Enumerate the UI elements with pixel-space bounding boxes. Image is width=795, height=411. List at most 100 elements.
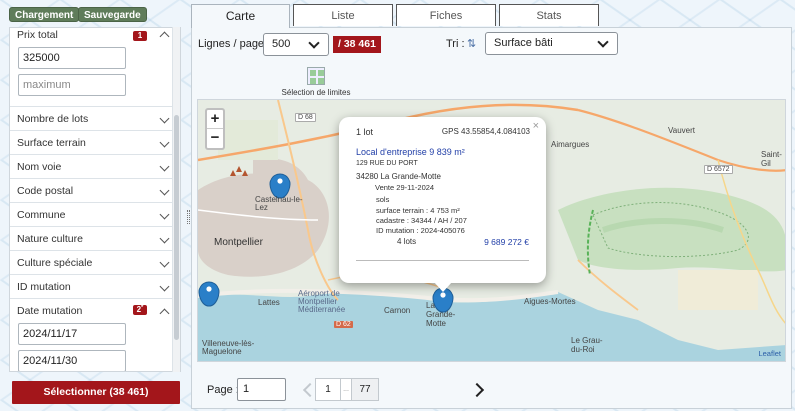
map-attribution-link[interactable]: Leaflet (758, 349, 781, 358)
map-view[interactable]: + − D 68 D 6572 D 62 Castelnau-le-Lez Mo… (197, 99, 786, 362)
filter-id-mutation[interactable]: ID mutation (10, 275, 180, 299)
filter-nature-culture[interactable]: Nature culture (10, 227, 180, 251)
place-carnon: Carnon (384, 306, 411, 315)
filter-scrollbar[interactable] (172, 27, 180, 372)
chevron-down-icon[interactable] (159, 233, 170, 244)
filter-panel: Prix total 1 Nombre de lots Surface terr… (9, 27, 181, 372)
chevron-down-icon[interactable] (159, 185, 170, 196)
popup-sale-date: Vente 29-11-2024 (375, 183, 435, 192)
popup-price: 9 689 272 € (484, 237, 529, 247)
filter-date-mutation[interactable]: Date mutation 2* (10, 299, 180, 323)
popup-address-street: 129 RUE DU PORT (356, 160, 418, 167)
lines-per-page-value: 500 (272, 38, 291, 50)
road-label-d68: D 68 (295, 113, 316, 122)
filter-label: Commune (17, 209, 66, 221)
price-min-input[interactable] (18, 47, 126, 69)
page-number-input[interactable]: 1 (237, 378, 286, 401)
zoom-out-button[interactable]: − (207, 129, 223, 148)
scrollbar-thumb[interactable] (174, 115, 179, 340)
result-count-badge: / 38 461 (333, 36, 381, 53)
popup-address-city: 34280 La Grande-Motte (356, 172, 441, 181)
zoom-control: + − (205, 108, 225, 150)
filter-label: Surface terrain (17, 137, 86, 149)
page-last[interactable]: 77 (352, 379, 378, 400)
place-vauvert: Vauvert (668, 126, 695, 135)
filter-commune[interactable]: Commune (10, 203, 180, 227)
save-button[interactable]: Sauvegarde (78, 7, 147, 22)
filter-label: Prix total (17, 29, 58, 41)
chevron-down-icon[interactable] (159, 137, 170, 148)
popup-sols: sols (376, 195, 390, 204)
chevron-up-icon[interactable] (159, 308, 170, 319)
sort-order-icon[interactable]: ⇅ (467, 37, 476, 50)
popup-surface-terrain: surface terrain : 4 753 m² (376, 206, 460, 215)
filter-label: Culture spéciale (17, 257, 93, 269)
chevron-down-icon (308, 37, 320, 49)
filter-nom-voie[interactable]: Nom voie (10, 155, 180, 179)
place-le-grau-du-roi: Le Grau-du-Roi (571, 336, 603, 354)
close-icon[interactable]: × (533, 120, 539, 132)
limits-label: Sélection de limites (281, 88, 351, 97)
select-results-button[interactable]: Sélectionner (38 461) (12, 381, 180, 404)
chevron-up-icon[interactable] (159, 31, 170, 42)
date-to-input[interactable] (18, 350, 126, 371)
chevron-down-icon (597, 36, 609, 48)
load-button[interactable]: Chargement (9, 7, 80, 22)
popup-cadastre: cadastre : 34344 / AH / 207 (376, 216, 467, 225)
filter-label: ID mutation (17, 281, 71, 293)
road-label-d6572: D 6572 (704, 165, 733, 174)
place-aigues-mortes: Aigues-Mortes (524, 297, 576, 306)
pagination-bar: 1 ... 77 (315, 378, 379, 401)
page-label: Page : (207, 384, 239, 396)
place-la-grande-motte: La Grande-Motte (426, 301, 456, 328)
filter-code-postal[interactable]: Code postal (10, 179, 180, 203)
chevron-down-icon[interactable] (159, 113, 170, 124)
property-popup: × 1 lot GPS 43.55854,4.084103 Local d'en… (339, 117, 546, 283)
resize-handle[interactable] (187, 210, 190, 224)
filter-culture-speciale[interactable]: Culture spéciale (10, 251, 180, 275)
popup-title-link[interactable]: Local d'entreprise 9 839 m² (356, 147, 465, 157)
popup-lot-count: 1 lot (356, 127, 374, 137)
grid-selection-icon[interactable] (307, 67, 325, 85)
price-max-input[interactable] (18, 74, 126, 96)
tab-fiches[interactable]: Fiches (396, 4, 496, 26)
place-airport: Aéroport de Montpellier Méditerranée (298, 289, 346, 314)
map-marker[interactable] (198, 281, 220, 307)
filter-label: Nombre de lots (17, 113, 89, 125)
sort-select[interactable]: Surface bâti (485, 32, 618, 55)
sort-value: Surface bâti (494, 37, 553, 49)
place-villeneuve: Villeneuve-lès-Maguelone (202, 339, 255, 356)
popup-tip (434, 282, 452, 292)
tab-stats[interactable]: Stats (499, 4, 599, 26)
popup-lots: 4 lots (397, 237, 417, 246)
filter-label: Nom voie (17, 161, 62, 173)
place-lattes: Lattes (258, 298, 280, 307)
chevron-down-icon[interactable] (159, 257, 170, 268)
zoom-in-button[interactable]: + (207, 110, 223, 129)
lines-per-page-select[interactable]: 500 (263, 33, 329, 56)
road-label-d62: D 62 (334, 321, 353, 328)
filter-label: Nature culture (17, 233, 83, 245)
filter-count-badge: 1 (133, 31, 147, 41)
popup-id-mutation: ID mutation : 2024-405076 (376, 226, 465, 235)
filter-prix-total[interactable]: Prix total 1 (10, 28, 180, 46)
tab-carte[interactable]: Carte (191, 4, 290, 28)
badge-sup: * (141, 305, 144, 311)
chevron-down-icon[interactable] (159, 161, 170, 172)
tab-liste[interactable]: Liste (293, 4, 393, 26)
place-montpellier: Montpellier (214, 237, 263, 248)
chevron-down-icon[interactable] (159, 209, 170, 220)
filter-label: Code postal (17, 185, 74, 197)
page-ellipsis: ... (341, 379, 352, 400)
date-from-input[interactable] (18, 323, 126, 345)
limits-selection-tool[interactable]: Sélection de limites (280, 67, 352, 97)
filter-surface-terrain[interactable]: Surface terrain (10, 131, 180, 155)
popup-gps: GPS 43.55854,4.084103 (441, 127, 530, 136)
chevron-down-icon[interactable] (159, 281, 170, 292)
page-current[interactable]: 1 (316, 379, 341, 400)
place-castelnau: Castelnau-le-Lez (255, 195, 303, 212)
sort-label: Tri : (446, 38, 465, 50)
filter-count-badge: 2* (133, 305, 147, 315)
filter-nombre-lots[interactable]: Nombre de lots (10, 107, 180, 131)
lines-per-page-label: Lignes / page : (198, 38, 271, 50)
